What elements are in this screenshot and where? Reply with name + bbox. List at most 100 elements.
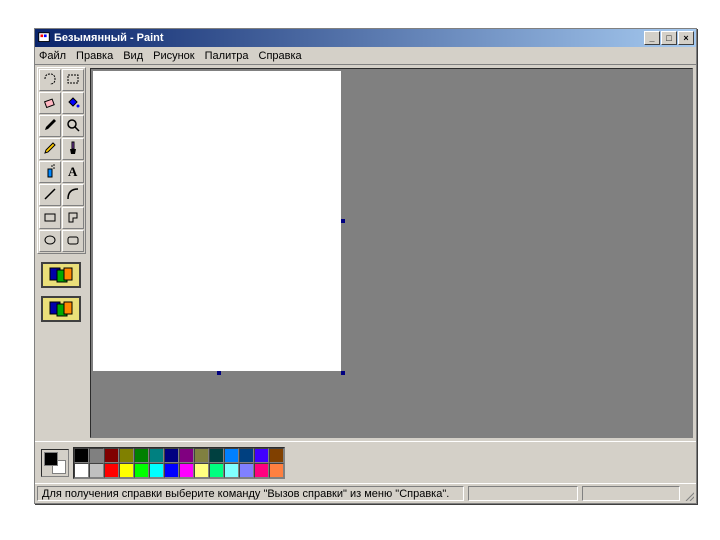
line-icon [42,186,58,205]
rect-select-tool[interactable] [62,69,84,91]
curve-tool[interactable] [62,184,84,206]
free-select-icon [42,71,58,90]
dropper-tool[interactable] [39,115,61,137]
color-swatch[interactable] [224,463,239,478]
color-swatch[interactable] [119,448,134,463]
minimize-button[interactable]: _ [644,31,660,45]
tool-grid: A [37,67,86,254]
color-swatch[interactable] [149,448,164,463]
extra-icon-1 [49,267,73,283]
color-swatch[interactable] [209,463,224,478]
color-swatch[interactable] [149,463,164,478]
tool-box: A [35,65,87,441]
brush-icon [65,140,81,159]
polygon-tool[interactable] [62,207,84,229]
window-controls: _ □ × [644,31,694,45]
rectangle-icon [42,209,58,228]
resize-handle-bottom[interactable] [217,371,221,375]
color-palette [73,447,285,479]
color-swatch[interactable] [134,463,149,478]
eraser-tool[interactable] [39,92,61,114]
close-button[interactable]: × [678,31,694,45]
fill-tool[interactable] [62,92,84,114]
color-swatch[interactable] [269,463,284,478]
free-select-tool[interactable] [39,69,61,91]
extra-button-1[interactable] [41,262,81,288]
rect-select-icon [65,71,81,90]
color-swatch[interactable] [89,448,104,463]
color-swatch[interactable] [254,448,269,463]
menu-edit[interactable]: Правка [76,50,113,62]
extra-button-2[interactable] [41,296,81,322]
color-swatch[interactable] [119,463,134,478]
status-size [582,486,680,501]
resize-handle-right[interactable] [341,219,345,223]
ellipse-tool[interactable] [39,230,61,252]
zoom-tool[interactable] [62,115,84,137]
text-tool[interactable]: A [62,161,84,183]
menu-view[interactable]: Вид [123,50,143,62]
window-title: Безымянный - Paint [54,32,644,44]
color-swatch[interactable] [224,448,239,463]
menu-help[interactable]: Справка [259,50,302,62]
spray-icon [42,163,58,182]
drawing-canvas[interactable] [93,71,341,371]
color-swatch[interactable] [134,448,149,463]
color-swatch[interactable] [179,463,194,478]
color-swatch[interactable] [179,448,194,463]
color-swatch[interactable] [194,448,209,463]
color-bar [35,441,696,483]
roundrect-icon [65,232,81,251]
status-coords [468,486,578,501]
maximize-button[interactable]: □ [661,31,677,45]
color-swatch[interactable] [74,448,89,463]
polygon-icon [65,209,81,228]
rectangle-tool[interactable] [39,207,61,229]
menu-file[interactable]: Файл [39,50,66,62]
resize-grip[interactable] [682,484,696,503]
color-swatch[interactable] [164,448,179,463]
color-swatch[interactable] [239,463,254,478]
eraser-icon [42,94,58,113]
resize-handle-corner[interactable] [341,371,345,375]
minimize-icon: _ [649,33,654,43]
color-swatch[interactable] [209,448,224,463]
color-swatch[interactable] [239,448,254,463]
fill-icon [65,94,81,113]
workspace: A [35,65,696,441]
status-bar: Для получения справки выберите команду "… [35,483,696,503]
zoom-icon [65,117,81,136]
pencil-icon [42,140,58,159]
canvas-scroll-area[interactable] [90,68,693,438]
paint-app-icon [37,31,51,45]
brush-tool[interactable] [62,138,84,160]
color-swatch[interactable] [104,448,119,463]
current-colors[interactable] [41,449,69,477]
roundrect-tool[interactable] [62,230,84,252]
color-swatch[interactable] [194,463,209,478]
title-bar[interactable]: Безымянный - Paint _ □ × [35,29,696,47]
dropper-icon [42,117,58,136]
menu-palette[interactable]: Палитра [205,50,249,62]
line-tool[interactable] [39,184,61,206]
grip-icon [684,489,694,501]
color-swatch[interactable] [269,448,284,463]
app-window: Безымянный - Paint _ □ × Файл Правка Вид… [34,28,697,504]
canvas-container [87,65,696,441]
color-swatch[interactable] [164,463,179,478]
color-swatch[interactable] [89,463,104,478]
text-icon: A [65,163,81,182]
pencil-tool[interactable] [39,138,61,160]
color-swatch[interactable] [104,463,119,478]
foreground-color-swatch[interactable] [44,452,58,466]
close-icon: × [683,33,688,43]
spray-tool[interactable] [39,161,61,183]
color-swatch[interactable] [74,463,89,478]
curve-icon [65,186,81,205]
maximize-icon: □ [666,33,671,43]
color-swatch[interactable] [254,463,269,478]
menu-image[interactable]: Рисунок [153,50,195,62]
status-text: Для получения справки выберите команду "… [37,486,464,501]
ellipse-icon [42,232,58,251]
svg-text:A: A [68,164,78,179]
